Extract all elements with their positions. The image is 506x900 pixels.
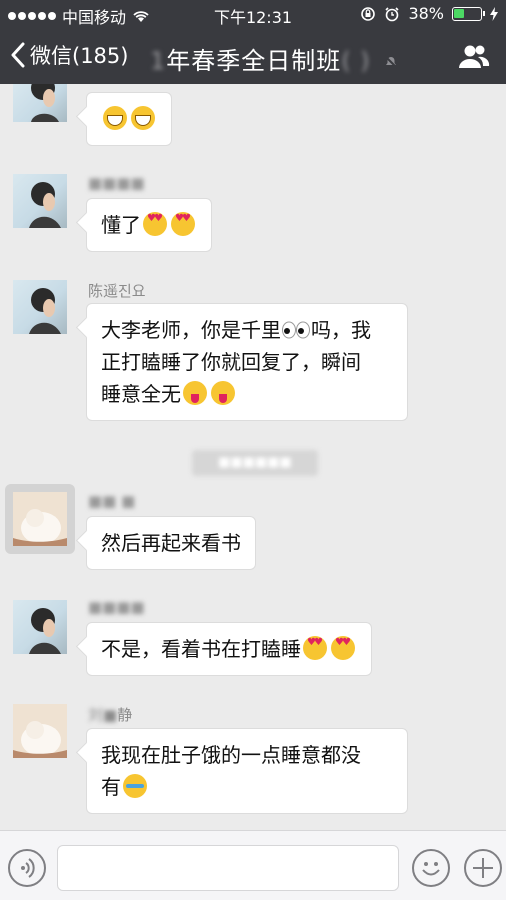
message-text: 有 (101, 775, 121, 799)
status-bar: 中国移动 下午12:31 38% (0, 0, 506, 28)
tears-of-joy-emoji-icon (123, 774, 147, 798)
message-bubble[interactable]: 我现在肚子饿的一点睡意都没 有 (86, 728, 408, 814)
message-bubble[interactable]: 然后再起来看书 (86, 516, 256, 570)
smiley-icon (422, 862, 440, 876)
heart-eyes-emoji-icon (143, 212, 167, 236)
voice-input-button[interactable] (8, 849, 46, 887)
winking-tongue-emoji-icon (211, 381, 235, 405)
back-label: 微信(185) (30, 44, 129, 68)
sender-name: 刘■静 (88, 706, 133, 724)
alarm-icon (385, 6, 400, 21)
sender-name-blurred: ■■ ■ (88, 492, 136, 510)
avatar[interactable] (13, 174, 67, 228)
message-line: 睡意全无 (101, 378, 393, 410)
timestamp-blurred: ■■■■■■ (192, 450, 318, 476)
plus-icon (473, 858, 493, 878)
sender-name-blurred: ■■■■ (88, 174, 145, 192)
message-line: 正打瞌睡了你就回复了，瞬间 (101, 350, 361, 374)
heart-eyes-emoji-icon (303, 636, 327, 660)
avatar[interactable] (13, 600, 67, 654)
message-text: 然后再起来看书 (101, 531, 241, 555)
input-bar (0, 830, 506, 900)
group-info-icon[interactable] (458, 42, 490, 70)
message-bubble[interactable]: 不是，看着书在打瞌睡 (86, 622, 372, 676)
battery-percent: 38% (408, 4, 444, 23)
chat-title: 1年春季全日制班( ) (150, 41, 399, 76)
rotation-lock-icon (361, 6, 376, 21)
message-text: 懂了 (101, 213, 141, 237)
message-text: 吗，我 (311, 318, 371, 342)
voice-icon (21, 858, 35, 878)
sender-name-blurred: ■■■■ (88, 598, 145, 616)
message-bubble[interactable]: 懂了 (86, 198, 212, 252)
message-text: 大李老师，你是千里 (101, 318, 281, 342)
message-line: 我现在肚子饿的一点睡意都没 (101, 743, 361, 767)
winking-tongue-emoji-icon (183, 381, 207, 405)
chevron-left-icon (11, 42, 25, 68)
heart-eyes-emoji-icon (331, 636, 355, 660)
avatar[interactable] (13, 280, 67, 334)
chat-title-blurred-suffix: ( ) (341, 47, 371, 75)
more-button[interactable] (464, 849, 502, 887)
sender-name: 陈遥진요 (88, 282, 146, 300)
chat-title-text: 年春季全日制班 (166, 47, 342, 75)
chat-title-blurred-prefix: 1 (150, 47, 167, 75)
message-text: 睡意全无 (101, 382, 181, 406)
grinning-emoji-icon (131, 106, 155, 130)
avatar[interactable] (5, 484, 75, 554)
grinning-emoji-icon (103, 106, 127, 130)
back-button[interactable]: 微信(185) (10, 40, 128, 70)
sender-name-blurred-prefix: 刘 (88, 706, 104, 724)
battery-level (454, 8, 464, 18)
mute-icon (384, 55, 398, 69)
message-line: 大李老师，你是千里 吗，我 (101, 314, 393, 346)
message-input[interactable] (57, 845, 399, 891)
avatar[interactable] (13, 704, 67, 758)
eyes-emoji-icon (282, 321, 310, 339)
emoji-button[interactable] (412, 849, 450, 887)
chat-header: 微信(185) 1年春季全日制班( ) (0, 28, 506, 84)
battery-icon (452, 6, 485, 21)
message-bubble[interactable]: 大李老师，你是千里 吗，我 正打瞌睡了你就回复了，瞬间 睡意全无 (86, 303, 408, 421)
avatar[interactable] (13, 84, 67, 122)
message-bubble[interactable] (86, 92, 172, 146)
message-line: 有 (101, 771, 393, 803)
charging-bolt-icon (490, 6, 498, 21)
chat-messages[interactable]: ■■■■ 懂了 陈遥진요 大李老师，你是千里 吗，我 正打瞌睡了你就回复了，瞬间 … (0, 84, 506, 830)
heart-eyes-emoji-icon (171, 212, 195, 236)
sender-name-text: 静 (117, 706, 133, 724)
message-text: 不是，看着书在打瞌睡 (101, 637, 301, 661)
